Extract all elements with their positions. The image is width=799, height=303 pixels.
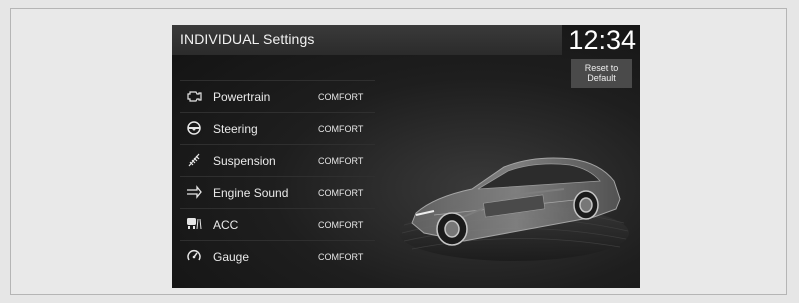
reset-to-default-button[interactable]: Reset to Default [571,59,632,88]
reset-button-label-line1: Reset to [584,63,619,73]
menu-item-label: Powertrain [213,90,271,104]
menu-item-powertrain[interactable]: Powertrain COMFORT [180,80,375,111]
menu-item-value: COMFORT [318,124,364,134]
menu-item-label: ACC [213,218,239,232]
car-xray-illustration [399,157,629,261]
menu-item-value: COMFORT [318,92,364,102]
menu-item-engine-sound[interactable]: Engine Sound COMFORT [180,176,375,207]
steering-wheel-icon [187,121,201,135]
menu-item-label: Gauge [213,250,250,264]
menu-item-label: Engine Sound [213,186,289,200]
menu-item-value: COMFORT [318,220,364,230]
engine-sound-icon [187,185,202,199]
menu-item-value: COMFORT [318,156,364,166]
reset-button-label-line2: Default [587,73,616,83]
engine-icon [187,91,202,102]
page-title: INDIVIDUAL Settings [180,31,315,47]
menu-item-acc[interactable]: ACC COMFORT [180,208,375,239]
clock: 12:34 [568,25,636,55]
infotainment-screen: INDIVIDUAL Settings 12:34 Reset to Defau… [172,25,640,288]
acc-icon [187,218,202,230]
menu-item-suspension[interactable]: Suspension COMFORT [180,144,375,175]
menu-item-label: Suspension [213,154,276,168]
menu-item-value: COMFORT [318,188,364,198]
menu-item-value: COMFORT [318,252,364,262]
menu-item-steering[interactable]: Steering COMFORT [180,112,375,143]
title-bar: INDIVIDUAL Settings [172,25,562,55]
gauge-icon [187,250,201,261]
menu-item-gauge[interactable]: Gauge COMFORT [180,240,375,271]
menu-item-label: Steering [213,122,258,136]
suspension-icon [188,153,200,167]
